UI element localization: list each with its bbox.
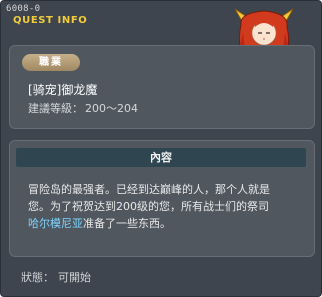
job-panel: 職業 [骑宠]御龙魔 建議等級： 200～204: [9, 45, 315, 129]
status-value: 可開始: [58, 271, 91, 284]
quest-info-window: 6008-0 QUEST INFO 職業 [骑宠]御龙魔 建議等級： 200～2…: [0, 0, 322, 297]
recommended-level-label: 建議等級：: [28, 102, 83, 115]
quest-description: 冒险岛的最强者。已经到达巅峰的人，那个人就是 您。为了祝贺达到200级的您，所有…: [28, 181, 308, 232]
description-line-1: 冒险岛的最强者。已经到达巅峰的人，那个人就是: [28, 183, 270, 196]
quest-id: 6008-0: [6, 4, 41, 14]
recommended-level-value: 200～204: [85, 102, 138, 115]
window-title: QUEST INFO: [13, 15, 88, 26]
npc-link[interactable]: 哈尔模尼亚: [28, 217, 83, 230]
description-line-3-rest: 准备了一些东西。: [83, 217, 171, 230]
description-line-2: 您。为了祝贺达到200级的您，所有战士们的祭司: [28, 200, 269, 213]
job-badge: 職業: [22, 54, 80, 71]
quest-status: 狀態： 可開始: [21, 269, 91, 285]
status-label: 狀態：: [21, 271, 54, 284]
job-name: [骑宠]御龙魔: [28, 83, 98, 97]
description-line-3: 哈尔模尼亚准备了一些东西。: [28, 215, 308, 232]
recommended-level: 建議等級： 200～204: [28, 100, 140, 116]
content-panel: 內容 冒险岛的最强者。已经到达巅峰的人，那个人就是 您。为了祝贺达到200级的您…: [9, 140, 315, 257]
content-header: 內容: [16, 148, 306, 167]
